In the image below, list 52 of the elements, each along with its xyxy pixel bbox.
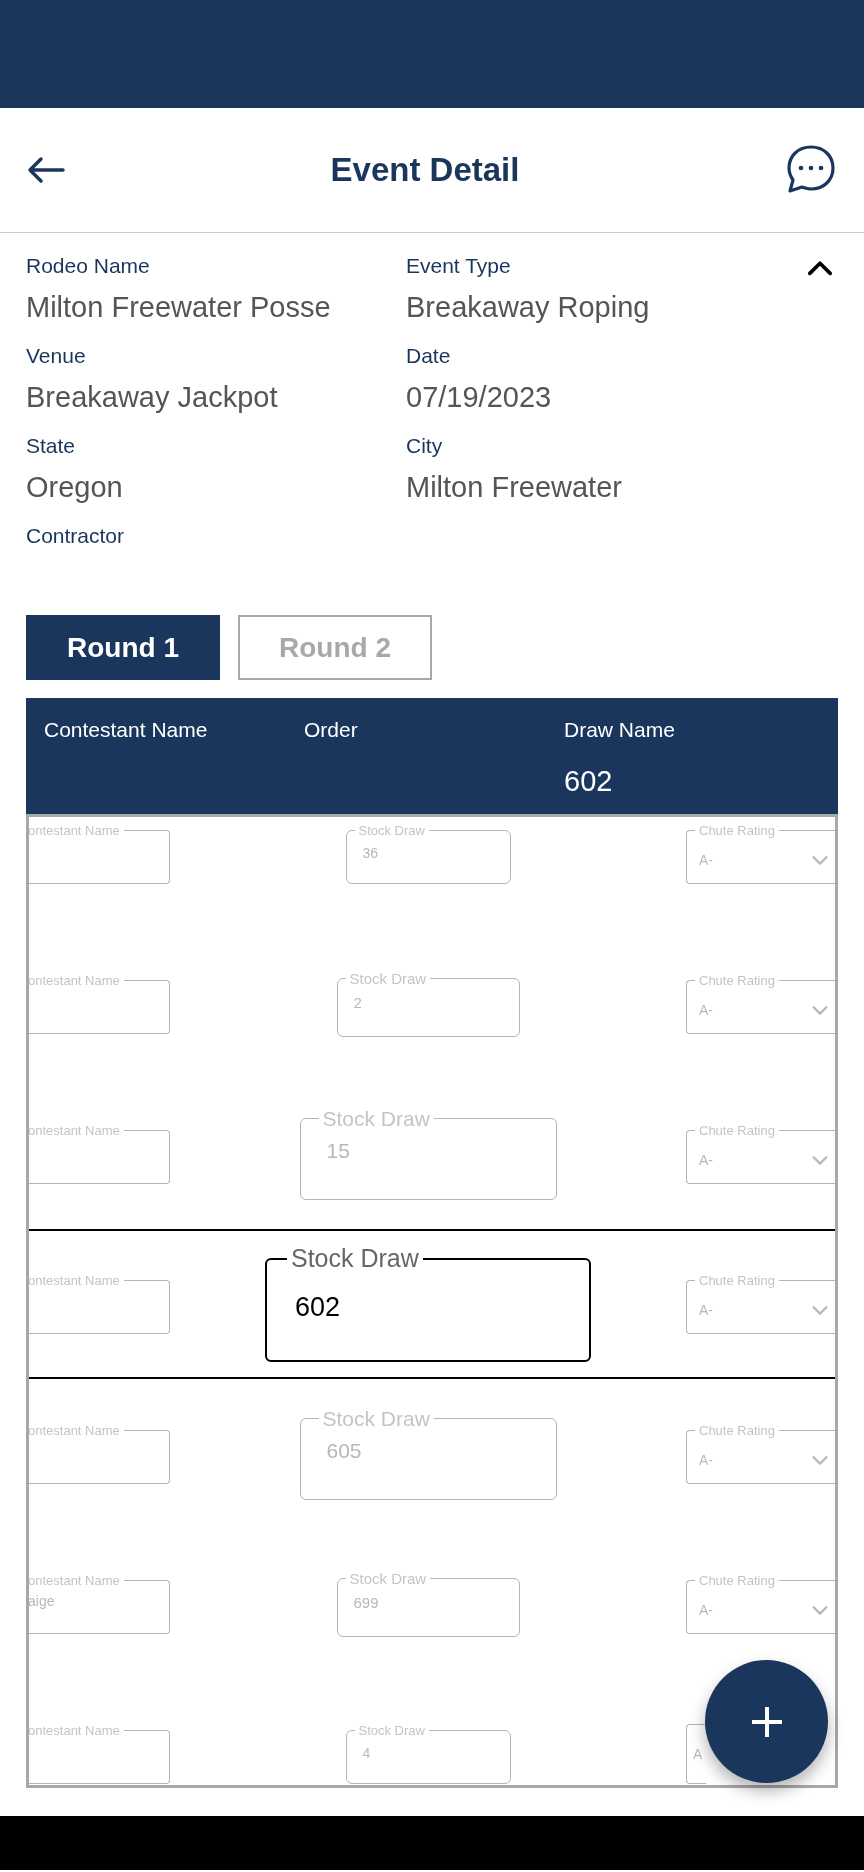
field-value: Milton Freewater [406, 470, 623, 505]
field-value: Milton Freewater Posse [26, 290, 332, 325]
chevron-down-icon [812, 1155, 828, 1165]
chevron-up-icon [807, 261, 833, 277]
contestant-name-field[interactable]: ontestant Name [29, 974, 170, 1034]
page-title: Event Detail [330, 150, 520, 191]
chute-rating-select[interactable]: Chute Rating A- [686, 1574, 835, 1634]
field-value: Breakaway Roping [406, 290, 651, 325]
chute-rating-select[interactable]: Chute Rating A- [686, 1424, 835, 1484]
chevron-down-icon [812, 1305, 828, 1315]
round-tab[interactable]: Round 1 [26, 615, 220, 680]
add-button[interactable] [705, 1660, 828, 1783]
draw-value: 602 [564, 763, 614, 799]
field-label: Contractor [26, 523, 125, 549]
dragged-row[interactable]: ontestant Name Stock Draw 602 Chute Rating A- [29, 1229, 835, 1379]
chevron-down-icon [812, 855, 828, 865]
stock-draw-field[interactable]: Stock Draw 2 [336, 971, 520, 1037]
chevron-down-icon [812, 1005, 828, 1015]
stock-draw-field[interactable]: Stock Draw 4 [345, 1724, 511, 1784]
plus-icon [749, 1704, 784, 1739]
field-label: State [26, 433, 76, 459]
field-value: 07/19/2023 [406, 380, 553, 415]
field-label: Date [406, 343, 451, 369]
stock-draw-field[interactable]: Stock Draw 36 [345, 824, 511, 884]
field-value: Oregon [26, 470, 124, 505]
contestant-name-field[interactable]: ontestant Name [29, 824, 170, 884]
field-label: Event Type [406, 253, 511, 279]
field-value: Breakaway Jackpot [26, 380, 279, 415]
back-arrow-icon[interactable] [26, 155, 66, 185]
round-tab[interactable]: Round 2 [238, 615, 432, 680]
stock-draw-field[interactable]: Stock Draw 602 [265, 1246, 591, 1362]
stock-draw-field[interactable]: Stock Draw 15 [299, 1108, 557, 1200]
field-label: City [406, 433, 443, 459]
stock-draw-field[interactable]: Stock Draw 605 [299, 1408, 557, 1500]
contestant-name-field[interactable]: ontestant Name [29, 1124, 170, 1184]
chute-rating-select[interactable]: Chute Rating A- [686, 824, 835, 884]
column-header: Contestant Name [44, 717, 209, 743]
column-header: Draw Name [564, 717, 676, 743]
field-label: Rodeo Name [26, 253, 150, 279]
contestant-name-field[interactable]: ontestant Name aige [29, 1574, 170, 1634]
chute-rating-select[interactable]: Chute Rating A- [686, 1274, 835, 1334]
contestant-name-field[interactable]: ontestant Name [29, 1724, 170, 1784]
contestant-name-field[interactable]: ontestant Name [29, 1274, 170, 1334]
chevron-down-icon [812, 1455, 828, 1465]
chute-rating-select[interactable]: Chute Rating A- [686, 974, 835, 1034]
stock-draw-field[interactable]: Stock Draw 699 [336, 1571, 520, 1637]
chevron-down-icon [812, 1605, 828, 1615]
column-header: Order [304, 717, 359, 743]
contestant-name-field[interactable]: ontestant Name [29, 1424, 170, 1484]
chute-rating-select[interactable]: A [686, 1724, 706, 1784]
field-label: Venue [26, 343, 86, 369]
chute-rating-select[interactable]: Chute Rating A- [686, 1124, 835, 1184]
